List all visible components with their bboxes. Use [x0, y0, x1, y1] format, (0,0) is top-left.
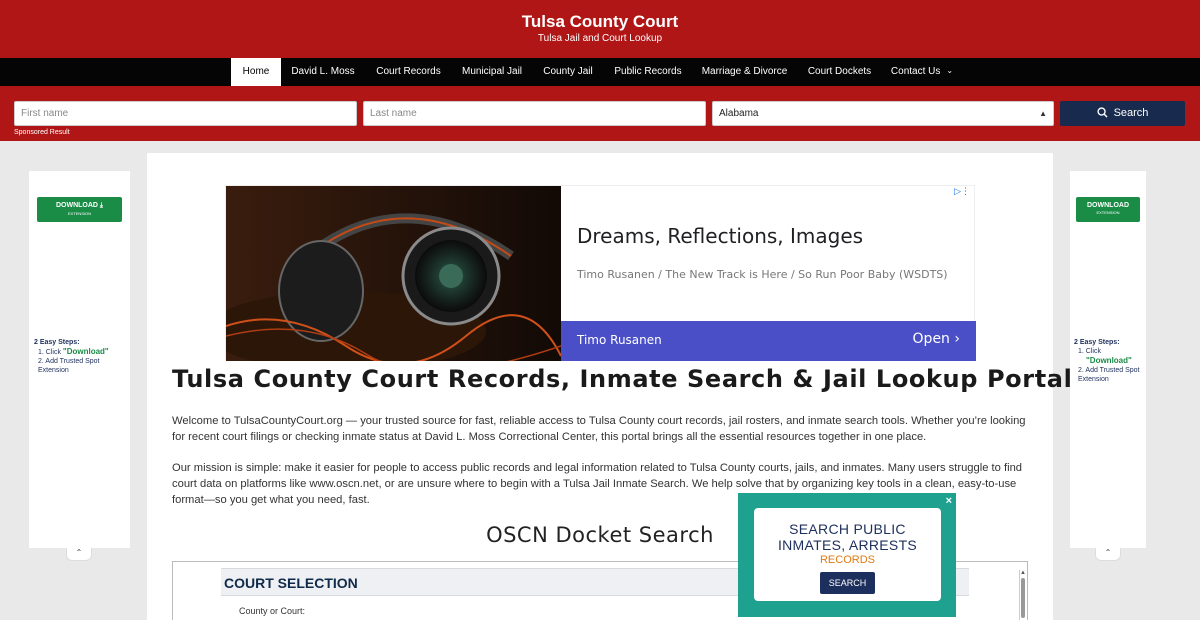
frame-scrollbar[interactable]: ▲	[1019, 570, 1026, 620]
step1-link[interactable]: "Download"	[1078, 356, 1132, 365]
nav-item-contact-label: Contact Us	[890, 66, 941, 77]
search-popup: × SEARCH PUBLIC INMATES, ARRESTS RECORDS…	[738, 493, 956, 617]
ad-open-label: Open	[912, 331, 950, 347]
search-icon	[1096, 107, 1108, 118]
intro-paragraph: Welcome to TulsaCountyCourt.org — your t…	[172, 415, 1026, 443]
collapse-left-ad-button[interactable]: ⌃	[66, 548, 92, 561]
search-button[interactable]: Search	[1060, 101, 1185, 126]
easy-steps: 2 Easy Steps: 1. Click "Download" 2. Add…	[34, 338, 126, 375]
main-nav: Home David L. Moss Court Records Municip…	[0, 58, 1200, 86]
popup-headline: SEARCH PUBLIC INMATES, ARRESTS	[777, 521, 918, 553]
step1-prefix: Click	[1085, 348, 1101, 355]
ad-cta-bar[interactable]: Timo Rusanen Open ›	[561, 321, 976, 361]
nav-item-contact-us[interactable]: Contact Us ⌄	[882, 58, 962, 86]
last-name-input[interactable]: Last name	[363, 101, 706, 126]
nav-item-home[interactable]: Home	[231, 58, 281, 86]
download-sub-label: EXTENSION	[67, 211, 92, 216]
download-sub-label: EXTENSION	[1096, 210, 1120, 215]
nav-item-court-records[interactable]: Court Records	[365, 58, 452, 86]
chevron-right-icon: ›	[954, 331, 960, 347]
steps-heading: 2 Easy Steps:	[34, 339, 80, 346]
nav-item-court-dockets[interactable]: Court Dockets	[797, 58, 882, 86]
step2-text: Add Trusted Spot Extension	[1078, 367, 1140, 383]
chevron-down-icon: ⌄	[946, 66, 954, 75]
nav-item-david-l-moss[interactable]: David L. Moss	[281, 58, 365, 86]
state-select-value: Alabama	[719, 108, 759, 119]
easy-steps: 2 Easy Steps: 1. Click "Download" 2. Add …	[1074, 338, 1144, 384]
page-title: Tulsa County Court Records, Inmate Searc…	[172, 365, 1073, 393]
search-bar: First name Last name Alabama ▲ Search	[0, 86, 1200, 141]
close-icon[interactable]: ×	[946, 495, 952, 507]
popup-search-button[interactable]: SEARCH	[820, 572, 875, 594]
left-side-ad: DOWNLOAD ⤓ EXTENSION 2 Easy Steps: 1. Cl…	[29, 171, 130, 548]
collapse-right-ad-button[interactable]: ⌃	[1095, 548, 1121, 561]
popup-subline: RECORDS	[819, 554, 875, 566]
ad-advertiser: Timo Rusanen	[577, 333, 662, 347]
site-header: Tulsa County Court Tulsa Jail and Court …	[0, 0, 1200, 58]
download-label: DOWNLOAD	[1087, 202, 1129, 209]
chevron-up-icon: ⌃	[1104, 548, 1112, 557]
popup-card: SEARCH PUBLIC INMATES, ARRESTS RECORDS S…	[754, 508, 941, 601]
step1-link[interactable]: "Download"	[63, 347, 109, 356]
display-ad[interactable]: Dreams, Reflections, Images Timo Rusanen…	[225, 185, 976, 361]
steps-heading: 2 Easy Steps:	[1074, 339, 1120, 346]
ad-headline: Dreams, Reflections, Images	[577, 224, 864, 248]
download-label: DOWNLOAD	[55, 202, 98, 209]
ad-open-button[interactable]: Open ›	[913, 331, 960, 347]
nav-item-county-jail[interactable]: County Jail	[532, 58, 604, 86]
adchoices-icon[interactable]: ▷⋮	[954, 186, 970, 197]
ad-text: Timo Rusanen / The New Track is Here / S…	[577, 268, 948, 281]
court-selection-title: COURT SELECTION	[224, 575, 358, 591]
step1-prefix: Click	[45, 349, 61, 356]
nav-item-marriage-divorce[interactable]: Marriage & Divorce	[692, 58, 797, 86]
sponsored-label: Sponsored Result	[14, 129, 70, 136]
state-select[interactable]: Alabama ▲	[712, 101, 1054, 126]
site-title[interactable]: Tulsa County Court	[0, 12, 1200, 32]
download-extension-button[interactable]: DOWNLOAD ⤓ EXTENSION	[37, 197, 122, 222]
download-icon: ⤓	[99, 202, 104, 209]
county-court-label: County or Court:	[239, 606, 306, 616]
search-button-label: Search	[1113, 107, 1149, 119]
scroll-thumb[interactable]	[1021, 578, 1025, 618]
site-subtitle: Tulsa Jail and Court Lookup	[537, 33, 663, 44]
chevron-up-icon: ⌃	[75, 548, 83, 557]
scroll-up-icon[interactable]: ▲	[1020, 570, 1026, 576]
headphones-image	[226, 186, 561, 361]
chevron-down-icon: ▲	[1039, 109, 1047, 118]
nav-item-municipal-jail[interactable]: Municipal Jail	[452, 58, 532, 86]
right-side-ad: DOWNLOAD EXTENSION 2 Easy Steps: 1. Clic…	[1070, 171, 1146, 548]
step2-text: Add Trusted Spot Extension	[38, 358, 100, 374]
nav-item-public-records[interactable]: Public Records	[604, 58, 692, 86]
first-name-input[interactable]: First name	[14, 101, 357, 126]
download-extension-button[interactable]: DOWNLOAD EXTENSION	[1076, 197, 1140, 222]
